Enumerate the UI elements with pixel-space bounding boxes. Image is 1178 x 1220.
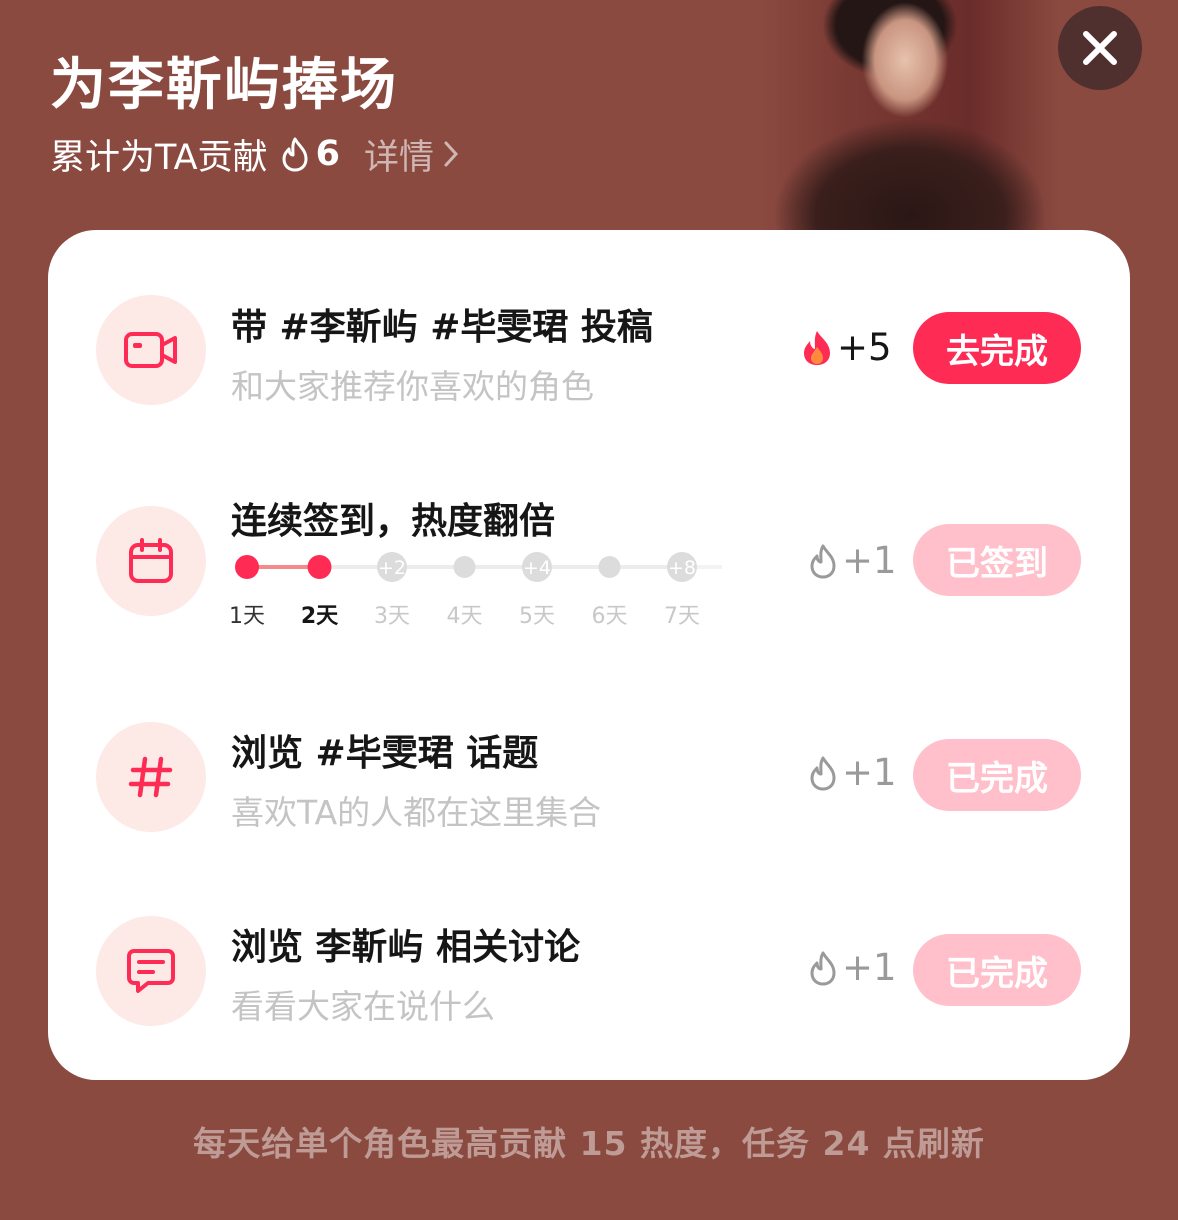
hero-photo: [760, 0, 1060, 232]
task-title: 浏览 #毕雯珺 话题: [231, 733, 539, 774]
reward: +1: [808, 751, 897, 794]
go-complete-button[interactable]: 去完成: [913, 312, 1081, 384]
flame-outline-icon: [810, 756, 836, 790]
task-subtitle: 看看大家在说什么: [231, 987, 495, 1026]
contribution-label: 累计为TA贡献: [50, 137, 268, 178]
hashtag-icon: [96, 722, 206, 832]
close-button[interactable]: [1058, 6, 1142, 90]
streak-track: +2 +4 +8: [235, 552, 722, 582]
contribution-summary: 累计为TA贡献 6 详情: [50, 128, 460, 180]
page-title: 为李靳屿捧场: [50, 53, 398, 118]
chevron-right-icon[interactable]: [442, 139, 460, 169]
video-camera-icon: [96, 295, 206, 405]
streak-node-done: [307, 555, 332, 579]
task-subtitle: 喜欢TA的人都在这里集合: [231, 793, 602, 832]
streak-day-label: 3天: [374, 604, 410, 629]
task-card: 带 #李靳屿 #毕雯珺 投稿 和大家推荐你喜欢的角色 +5 去完成 连续签到，热…: [48, 230, 1130, 1080]
streak-day-label: 4天: [446, 604, 483, 629]
checked-in-button[interactable]: 已签到: [913, 524, 1081, 596]
chat-bubble-icon: [96, 916, 206, 1026]
task-title: 连续签到，热度翻倍: [231, 501, 556, 542]
task-title: 带 #李靳屿 #毕雯珺 投稿: [231, 307, 653, 348]
task-title: 浏览 李靳屿 相关讨论: [231, 927, 581, 968]
reward: +1: [808, 946, 897, 989]
flame-outline-icon: [810, 544, 836, 578]
streak-day-label: 6天: [591, 604, 628, 629]
checkin-streak: +2 +4 +8 1天 2天 3天 4天 5天 6天 7天: [229, 552, 751, 632]
completed-button[interactable]: 已完成: [913, 934, 1081, 1006]
detail-link[interactable]: 详情: [364, 129, 434, 180]
streak-day-label: 5天: [519, 604, 555, 629]
close-icon: [1083, 31, 1117, 65]
streak-bonus-label: +8: [668, 557, 696, 579]
flame-outline-icon: [280, 136, 310, 172]
reward-points: +1: [842, 946, 897, 989]
streak-node: [453, 556, 476, 578]
reward: +5: [801, 326, 892, 369]
footer-note: 每天给单个角色最高贡献 15 热度，任务 24 点刷新: [193, 1124, 985, 1163]
streak-day-label: 7天: [664, 604, 700, 629]
reward-points: +1: [842, 751, 897, 794]
streak-bonus-label: +4: [523, 557, 551, 579]
reward-points: +1: [842, 539, 897, 582]
streak-day-label: 2天: [300, 604, 339, 629]
streak-days: 1天 2天 3天 4天 5天 6天 7天: [229, 598, 751, 629]
flame-icon: [804, 330, 830, 365]
streak-node: [598, 556, 621, 578]
contribution-count: 6: [315, 134, 340, 174]
streak-node-done: [235, 555, 259, 579]
calendar-icon: [96, 506, 206, 616]
reward-points: +5: [837, 326, 892, 369]
task-subtitle: 和大家推荐你喜欢的角色: [231, 367, 594, 406]
flame-outline-icon: [810, 951, 836, 985]
reward: +1: [808, 539, 897, 582]
streak-bonus-label: +2: [378, 557, 406, 579]
completed-button[interactable]: 已完成: [913, 739, 1081, 811]
streak-day-label: 1天: [229, 604, 265, 629]
